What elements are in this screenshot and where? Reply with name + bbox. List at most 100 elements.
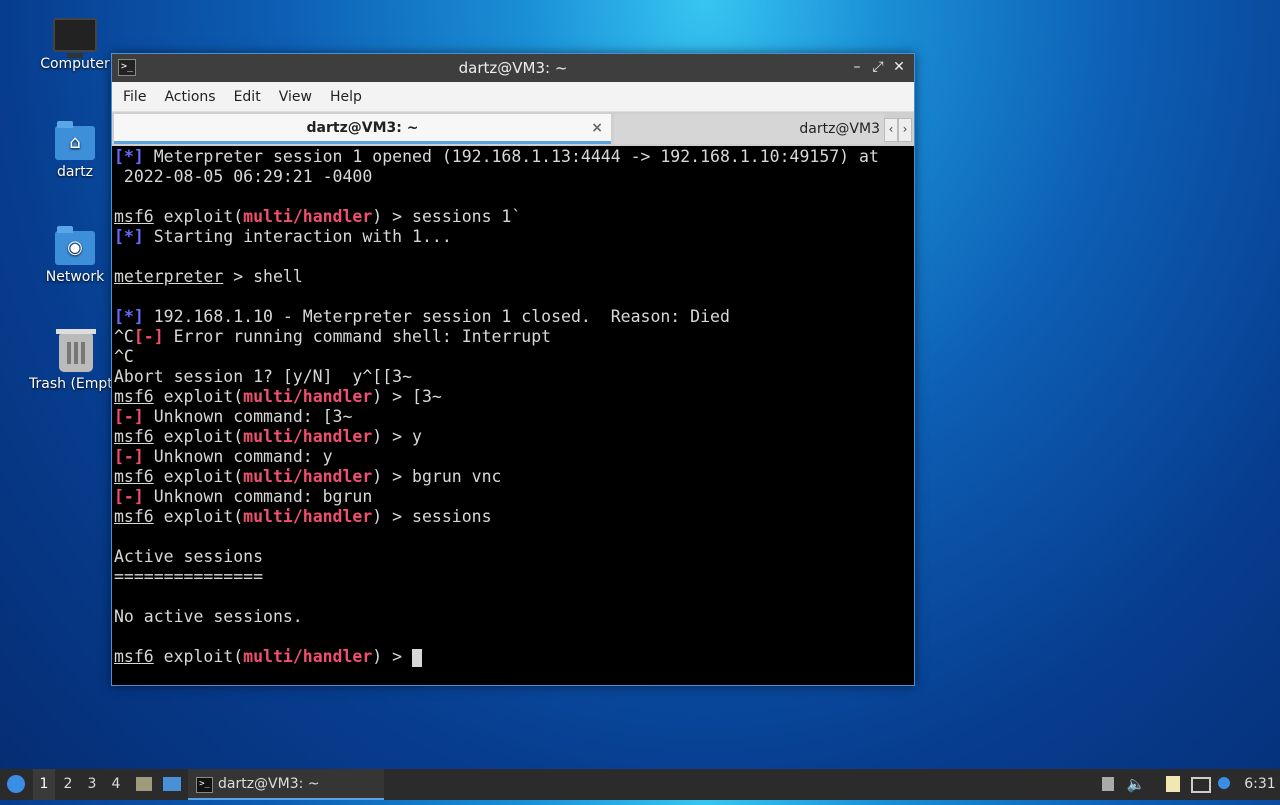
tab-bar: dartz@VM3: ~ × dartz@VM3 ‹ ›: [112, 112, 914, 146]
file-manager-launcher[interactable]: [133, 769, 155, 800]
window-title: dartz@VM3: ~: [458, 59, 568, 77]
terminal-text: Unknown command: [3~: [143, 407, 353, 426]
taskbar: 1 2 3 4 >_ dartz@VM3: ~ 🔈 6:31: [0, 769, 1280, 800]
terminal-text: Starting interaction with 1...: [143, 227, 452, 246]
tab-active[interactable]: dartz@VM3: ~ ×: [114, 114, 611, 144]
terminal-text: multi/handler: [243, 387, 373, 406]
desktop-icon-network[interactable]: ◉ Network: [27, 226, 123, 285]
terminal-text: ) > y: [372, 427, 422, 446]
terminal-text: msf6: [114, 467, 154, 486]
terminal-text: msf6: [114, 387, 154, 406]
workspace-3[interactable]: 3: [81, 769, 103, 800]
terminal-text: msf6: [114, 647, 154, 666]
storage-icon[interactable]: [1098, 769, 1118, 800]
taskbar-task-terminal[interactable]: >_ dartz@VM3: ~: [188, 769, 384, 800]
terminal-line: ===============: [114, 567, 912, 587]
terminal-text: ) > sessions: [372, 507, 492, 526]
desktop-icon-label: dartz: [56, 164, 94, 180]
terminal-text: [-]: [114, 487, 144, 506]
menu-file[interactable]: File: [114, 89, 155, 105]
terminal-text: Error running command shell: Interrupt: [163, 327, 552, 346]
terminal-text: Meterpreter session 1 opened (192.168.1.…: [143, 147, 879, 166]
terminal-text: ) > bgrun vnc: [372, 467, 502, 486]
menu-view[interactable]: View: [270, 89, 321, 105]
terminal-line: msf6 exploit(multi/handler) > y: [114, 427, 912, 447]
terminal-text: No active sessions.: [114, 607, 303, 626]
terminal-line: [-] Unknown command: [3~: [114, 407, 912, 427]
tab-scroll-left-icon[interactable]: ‹: [884, 118, 898, 142]
terminal-line: meterpreter > shell: [114, 267, 912, 287]
tab-close-icon[interactable]: ×: [591, 120, 603, 136]
desktop-icon-computer[interactable]: Computer: [27, 18, 123, 72]
terminal-text: ) >: [372, 647, 413, 666]
home-folder-icon: ⌂: [55, 121, 95, 160]
tab-label: dartz@VM3: ~: [306, 119, 419, 136]
maximize-button[interactable]: ⤢: [869, 58, 887, 76]
terminal-text: Unknown command: bgrun: [143, 487, 373, 506]
clipboard-icon[interactable]: [1162, 769, 1184, 800]
terminal-line: [-] Unknown command: y: [114, 447, 912, 467]
workspace-2[interactable]: 2: [57, 769, 79, 800]
terminal-line: No active sessions.: [114, 607, 912, 627]
menubar: File Actions Edit View Help: [112, 82, 914, 112]
workspace-4[interactable]: 4: [105, 769, 127, 800]
terminal-line: msf6 exploit(multi/handler) >: [114, 647, 912, 667]
workspace-1[interactable]: 1: [33, 769, 55, 800]
terminal-text: Unknown command: y: [143, 447, 333, 466]
terminal-text: ) > [3~: [372, 387, 442, 406]
menu-help[interactable]: Help: [321, 89, 371, 105]
terminal-line: [*] 192.168.1.10 - Meterpreter session 1…: [114, 307, 912, 327]
volume-icon[interactable]: 🔈: [1125, 769, 1147, 800]
window-titlebar[interactable]: >_ dartz@VM3: ~ – ⤢ ✕: [112, 54, 914, 82]
terminal-line: ^C: [114, 347, 912, 367]
terminal-line: [*] Meterpreter session 1 opened (192.16…: [114, 147, 912, 167]
tab-other[interactable]: dartz@VM3: [614, 114, 884, 144]
terminal-text: Active sessions: [114, 547, 264, 566]
terminal-line: msf6 exploit(multi/handler) > sessions 1…: [114, 207, 912, 227]
terminal-text: [*]: [114, 227, 144, 246]
tab-scroll-right-icon[interactable]: ›: [898, 118, 912, 142]
tab-label: dartz@VM3: [799, 121, 880, 137]
clock[interactable]: 6:31: [1240, 769, 1280, 800]
menu-actions[interactable]: Actions: [155, 89, 224, 105]
terminal-line: [-] Unknown command: bgrun: [114, 487, 912, 507]
terminal-text: ===============: [114, 567, 264, 586]
terminal-text: [*]: [114, 307, 144, 326]
terminal-line: msf6 exploit(multi/handler) > sessions: [114, 507, 912, 527]
terminal-line: ^C[-] Error running command shell: Inter…: [114, 327, 912, 347]
terminal-text: meterpreter: [114, 267, 224, 286]
terminal-task-icon: >_: [196, 777, 213, 793]
terminal-text: [-]: [114, 447, 144, 466]
terminal-text: exploit(: [153, 647, 244, 666]
computer-icon: [53, 18, 97, 58]
desktop-icon-home[interactable]: ⌂ dartz: [27, 121, 123, 180]
terminal-text: multi/handler: [243, 427, 373, 446]
terminal-line: msf6 exploit(multi/handler) > [3~: [114, 387, 912, 407]
terminal-text: multi/handler: [243, 207, 373, 226]
terminal-text: 192.168.1.10 - Meterpreter session 1 clo…: [143, 307, 730, 326]
terminal-output[interactable]: [*] Meterpreter session 1 opened (192.16…: [114, 147, 912, 683]
terminal-text: exploit(: [153, 207, 244, 226]
notification-icon[interactable]: [1215, 769, 1233, 800]
file-manager-icon: [136, 777, 152, 791]
network-folder-icon: ◉: [55, 226, 95, 265]
terminal-line: msf6 exploit(multi/handler) > bgrun vnc: [114, 467, 912, 487]
menu-edit[interactable]: Edit: [225, 89, 270, 105]
start-menu-button[interactable]: [4, 769, 28, 800]
network-icon[interactable]: [1190, 769, 1212, 800]
terminal-text: [-]: [133, 327, 164, 346]
lubuntu-logo-icon: [7, 775, 25, 793]
trash-icon: [56, 329, 96, 372]
close-button[interactable]: ✕: [890, 58, 908, 76]
minimize-button[interactable]: –: [848, 58, 866, 76]
show-desktop-launcher[interactable]: [160, 769, 184, 800]
desktop-icon-label: Trash (Empt: [29, 376, 113, 392]
terminal-text: ^C: [114, 347, 134, 366]
terminal-text: ) > sessions 1`: [372, 207, 522, 226]
terminal-text: exploit(: [153, 507, 244, 526]
terminal-window: >_ dartz@VM3: ~ – ⤢ ✕ File Actions Edit …: [111, 53, 915, 686]
terminal-text: multi/handler: [243, 507, 373, 526]
desktop-icon-label: Network: [45, 269, 105, 285]
